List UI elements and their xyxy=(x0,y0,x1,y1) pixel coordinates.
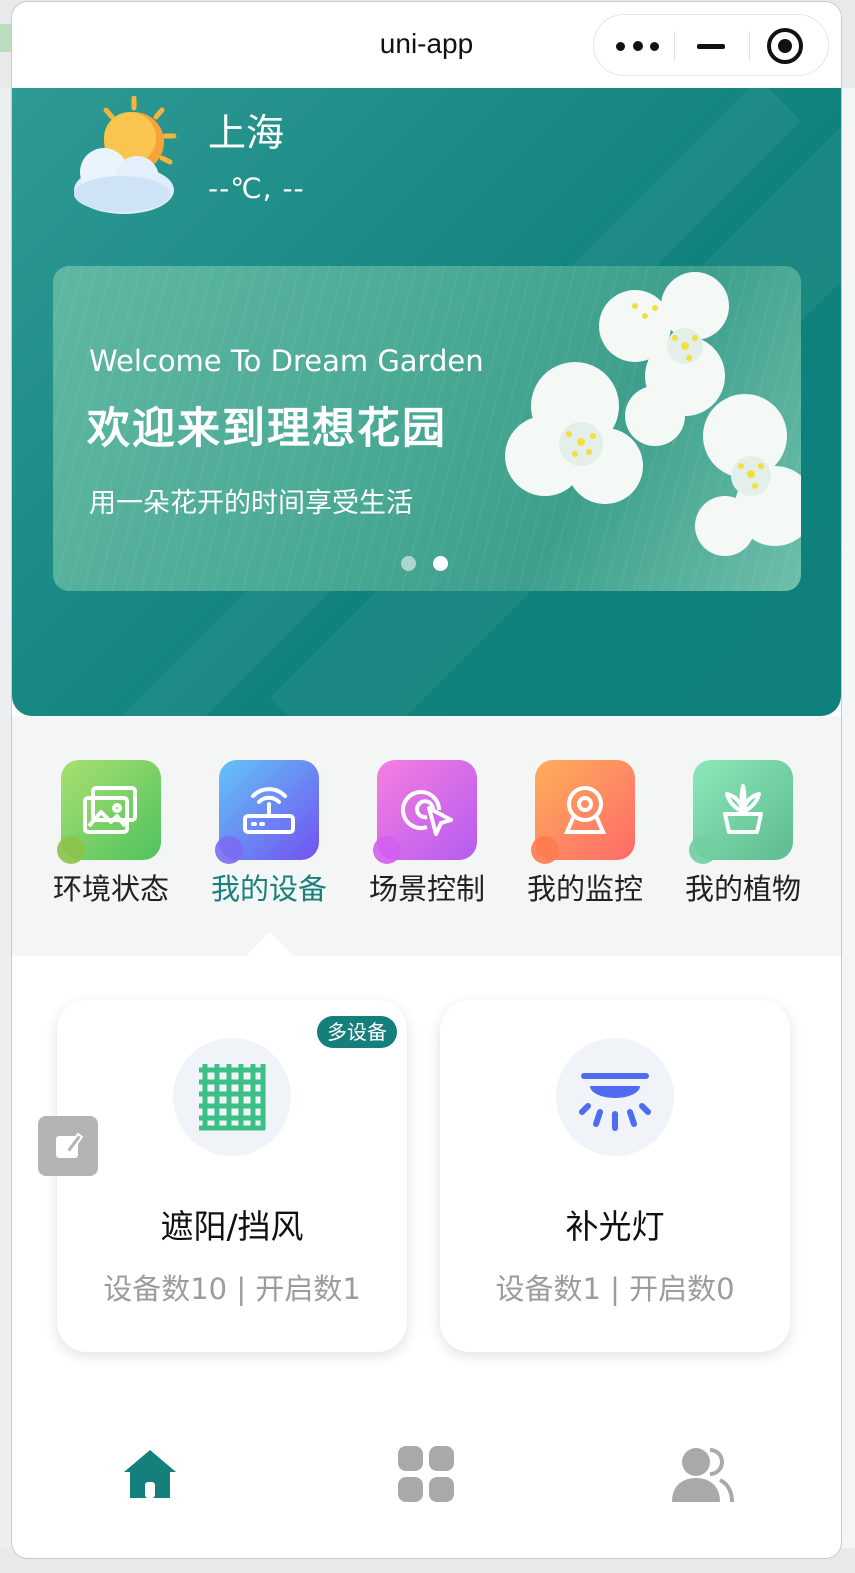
carousel-indicator xyxy=(401,556,451,572)
decor-dot xyxy=(373,836,401,864)
category-environment[interactable]: 环境状态 xyxy=(46,760,176,908)
category-label: 场景控制 xyxy=(368,872,485,906)
hero-section: 上海 --℃, -- Welcome To Dream Garden 欢迎来到理… xyxy=(12,88,841,716)
navigation-bar: uni-app xyxy=(12,2,841,88)
device-stats: 设备数1 | 开启数0 xyxy=(495,1272,735,1306)
banner-title-english: Welcome To Dream Garden xyxy=(89,344,484,378)
category-label: 我的设备 xyxy=(210,872,327,906)
device-card-shade[interactable]: 多设备 遮阳/挡风 设备数10 | 开启数1 xyxy=(57,1000,407,1352)
category-label: 我的植物 xyxy=(684,872,801,906)
users-icon xyxy=(672,1448,734,1503)
decor-dot xyxy=(689,836,717,864)
tab-profile[interactable] xyxy=(670,1442,734,1506)
capsule-menu xyxy=(593,14,829,76)
edit-float-button[interactable] xyxy=(38,1116,98,1176)
device-card-grow-light[interactable]: 补光灯 设备数1 | 开启数0 xyxy=(440,1000,790,1352)
category-nav: 环境状态 我的设备 场景控制 我的监控 我的植物 xyxy=(12,716,841,956)
carousel-dot[interactable] xyxy=(401,556,416,571)
tab-home[interactable] xyxy=(118,1442,182,1506)
carousel-dot-active[interactable] xyxy=(433,556,448,571)
decor-dot xyxy=(57,836,85,864)
background-right-panel xyxy=(841,88,855,1548)
banner-carousel[interactable]: Welcome To Dream Garden 欢迎来到理想花园 用一朵花开的时… xyxy=(53,266,801,591)
background-window-edge xyxy=(0,24,12,52)
edit-icon xyxy=(56,1132,84,1158)
capsule-divider xyxy=(674,31,675,61)
category-scene-control[interactable]: 场景控制 xyxy=(362,760,492,908)
banner-title-chinese: 欢迎来到理想花园 xyxy=(87,404,447,454)
capsule-divider xyxy=(749,31,750,61)
bottom-tab-bar xyxy=(12,1402,841,1558)
weather-city: 上海 xyxy=(208,111,285,155)
minimize-icon[interactable] xyxy=(697,44,725,49)
mini-program-window: uni-app 上海 --℃, -- Welcome To Dream Gard… xyxy=(12,2,841,1558)
category-my-devices[interactable]: 我的设备 xyxy=(204,760,334,908)
landscape-picture-icon xyxy=(57,760,161,864)
category-label: 环境状态 xyxy=(52,872,169,906)
target-circle-icon[interactable] xyxy=(767,28,803,64)
partly-cloudy-icon xyxy=(74,96,177,214)
home-icon xyxy=(124,1450,176,1498)
banner-subtitle: 用一朵花开的时间享受生活 xyxy=(89,488,413,519)
decor-dot xyxy=(215,836,243,864)
active-category-pointer xyxy=(246,932,294,956)
device-stats: 设备数10 | 开启数1 xyxy=(103,1272,361,1306)
ceiling-lamp-icon xyxy=(556,1038,674,1156)
category-label: 我的监控 xyxy=(526,872,643,906)
shade-net-icon xyxy=(173,1038,291,1156)
category-my-plants[interactable]: 我的植物 xyxy=(678,760,808,908)
weather-temperature: --℃, -- xyxy=(208,172,305,205)
flower-illustration xyxy=(505,272,801,556)
webcam-icon xyxy=(531,760,635,864)
cursor-target-icon xyxy=(373,760,477,864)
more-dots-icon[interactable] xyxy=(616,35,660,57)
device-name: 遮阳/挡风 xyxy=(160,1207,304,1246)
device-name: 补光灯 xyxy=(565,1207,665,1246)
decor-dot xyxy=(531,836,559,864)
grid-apps-icon xyxy=(398,1446,454,1502)
potted-plant-icon xyxy=(689,760,793,864)
router-device-icon xyxy=(215,760,319,864)
category-monitoring[interactable]: 我的监控 xyxy=(520,760,650,908)
tab-apps[interactable] xyxy=(394,1442,458,1506)
multi-device-badge: 多设备 xyxy=(317,1016,397,1048)
